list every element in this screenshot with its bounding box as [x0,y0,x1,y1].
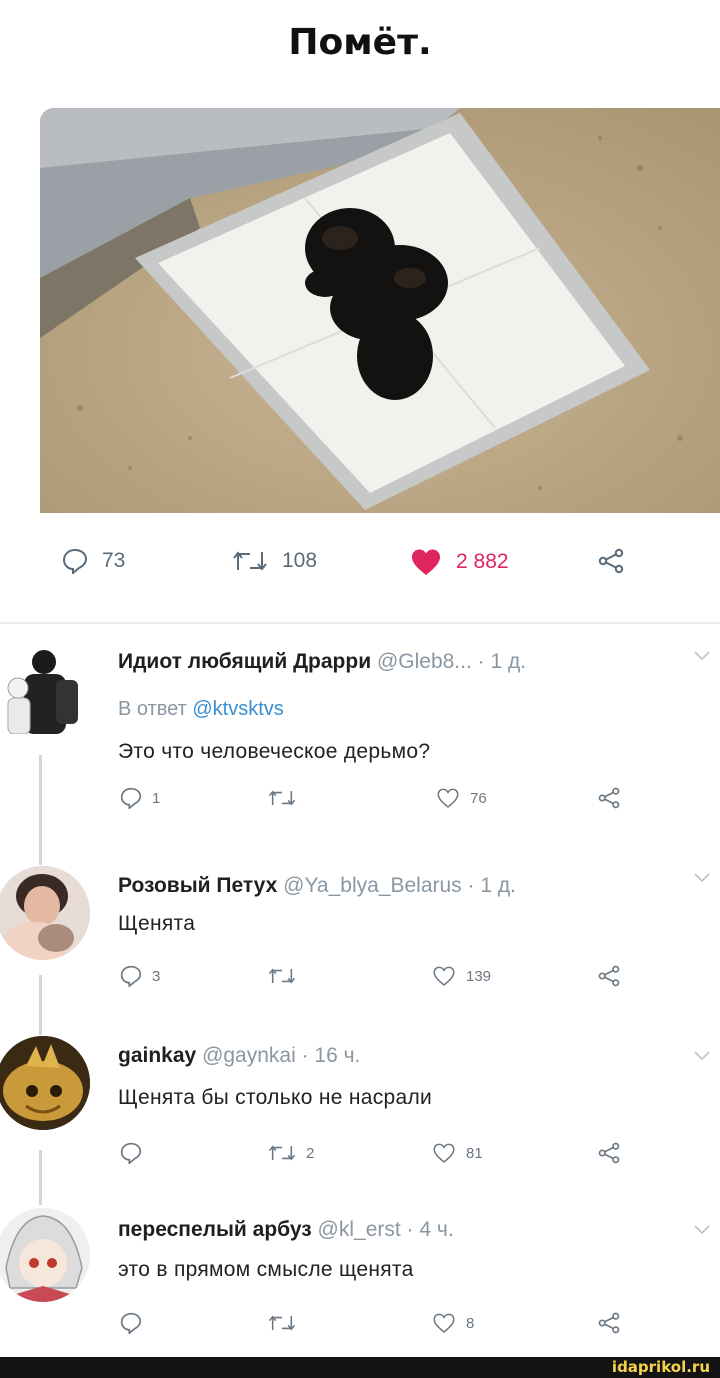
like-button[interactable]: 139 [432,965,491,987]
reply-text: Это что человеческое дерьмо? [118,740,431,763]
avatar-image [7,650,78,734]
reply-actions: 2 81 [0,1142,720,1176]
reply-header: Розовый Петух @Ya_blya_Belarus · 1 д. [118,874,516,898]
replying-to-label: В ответ [118,698,187,720]
handle-and-time: @Ya_blya_Belarus · 1 д. [283,874,516,897]
like-count: 81 [466,1144,483,1162]
display-name[interactable]: переспелый арбуз [118,1218,312,1241]
reply-count: 3 [152,967,161,985]
retweet-count: 108 [282,549,318,572]
handle-and-time: @gaynkai · 16 ч. [202,1044,361,1067]
handle-and-time: @Gleb8... · 1 д. [376,650,527,673]
reply-button[interactable]: 3 [120,965,160,987]
reply-actions: 8 [0,1312,720,1346]
retweet-button[interactable] [268,787,306,809]
heart-filled-icon [412,549,440,575]
retweet-stat[interactable]: 108 [232,548,317,574]
retweet-button[interactable] [268,1312,306,1334]
display-name[interactable]: gainkay [118,1044,196,1067]
avatar[interactable] [0,1036,90,1130]
share-icon [598,548,624,574]
reply-button[interactable]: 1 [120,787,160,809]
section-divider [0,622,720,624]
chevron-down-icon[interactable] [694,1050,710,1062]
watermark: idaprikol.ru [611,1358,710,1376]
meme-title: Помёт. [288,22,432,63]
share-button[interactable] [598,1312,620,1334]
avatar-image [0,1036,90,1130]
avatar[interactable] [0,866,90,960]
display-name[interactable]: Идиот любящий Драрри [118,650,371,673]
reply-text: Щенята [118,912,196,935]
heart-icon [437,788,459,808]
share-stat[interactable] [598,548,624,574]
share-icon [598,787,620,809]
share-icon [598,965,620,987]
reply-icon [120,787,142,809]
like-stat[interactable]: 2 882 [410,548,509,576]
like-count: 2 882 [456,550,509,573]
retweet-icon [268,968,296,984]
retweet-icon [268,1315,296,1331]
reply-icon [120,1142,142,1164]
tweet-photo[interactable] [40,108,720,513]
reply-icon [62,548,88,574]
share-button[interactable] [598,965,620,987]
like-button[interactable]: 81 [432,1142,483,1164]
reply-button[interactable] [120,1142,152,1164]
share-icon [598,1312,620,1334]
display-name[interactable]: Розовый Петух [118,874,277,897]
like-button[interactable]: 8 [432,1312,474,1334]
heart-icon [433,1313,455,1333]
tweet-stats-bar: 73 108 2 882 [0,540,720,592]
chevron-down-icon[interactable] [694,650,710,662]
avatar[interactable] [0,640,90,734]
share-icon [598,1142,620,1164]
reply-count: 73 [102,549,126,572]
like-count: 139 [466,967,492,985]
chevron-down-icon[interactable] [694,1224,710,1236]
reply-count: 1 [152,789,161,807]
reply-text: Щенята бы столько не насрали [118,1086,433,1109]
reply-actions: 3 139 [0,965,720,999]
heart-icon [433,1143,455,1163]
replying-to: В ответ @ktvsktvs [118,698,284,721]
like-count: 76 [470,789,487,807]
retweet-button[interactable]: 2 [268,1142,314,1164]
puppies-photo [40,108,720,513]
replying-to-handle[interactable]: @ktvsktvs [192,698,283,720]
retweet-count: 2 [306,1144,315,1162]
heart-icon [433,966,455,986]
avatar-image [0,866,90,960]
footer-bar: idaprikol.ru [0,1357,720,1378]
reply-stat[interactable]: 73 [62,548,125,574]
reply-actions: 1 76 [0,787,720,821]
avatar-image [0,1208,90,1302]
retweet-icon [233,551,267,571]
reply-header: gainkay @gaynkai · 16 ч. [118,1044,360,1068]
reply-icon [120,965,142,987]
share-button[interactable] [598,1142,620,1164]
reply-text: это в прямом смысле щенята [118,1258,414,1281]
like-count: 8 [466,1314,475,1332]
like-button[interactable]: 76 [436,787,487,809]
retweet-icon [268,790,296,806]
reply-header: переспелый арбуз @kl_erst · 4 ч. [118,1218,454,1242]
reply-icon [120,1312,142,1334]
reply-button[interactable] [120,1312,152,1334]
retweet-icon [268,1145,296,1161]
chevron-down-icon[interactable] [694,872,710,884]
handle-and-time: @kl_erst · 4 ч. [317,1218,454,1241]
avatar[interactable] [0,1208,90,1302]
retweet-button[interactable] [268,965,306,987]
reply-header: Идиот любящий Драрри @Gleb8... · 1 д. [118,650,526,674]
share-button[interactable] [598,787,620,809]
